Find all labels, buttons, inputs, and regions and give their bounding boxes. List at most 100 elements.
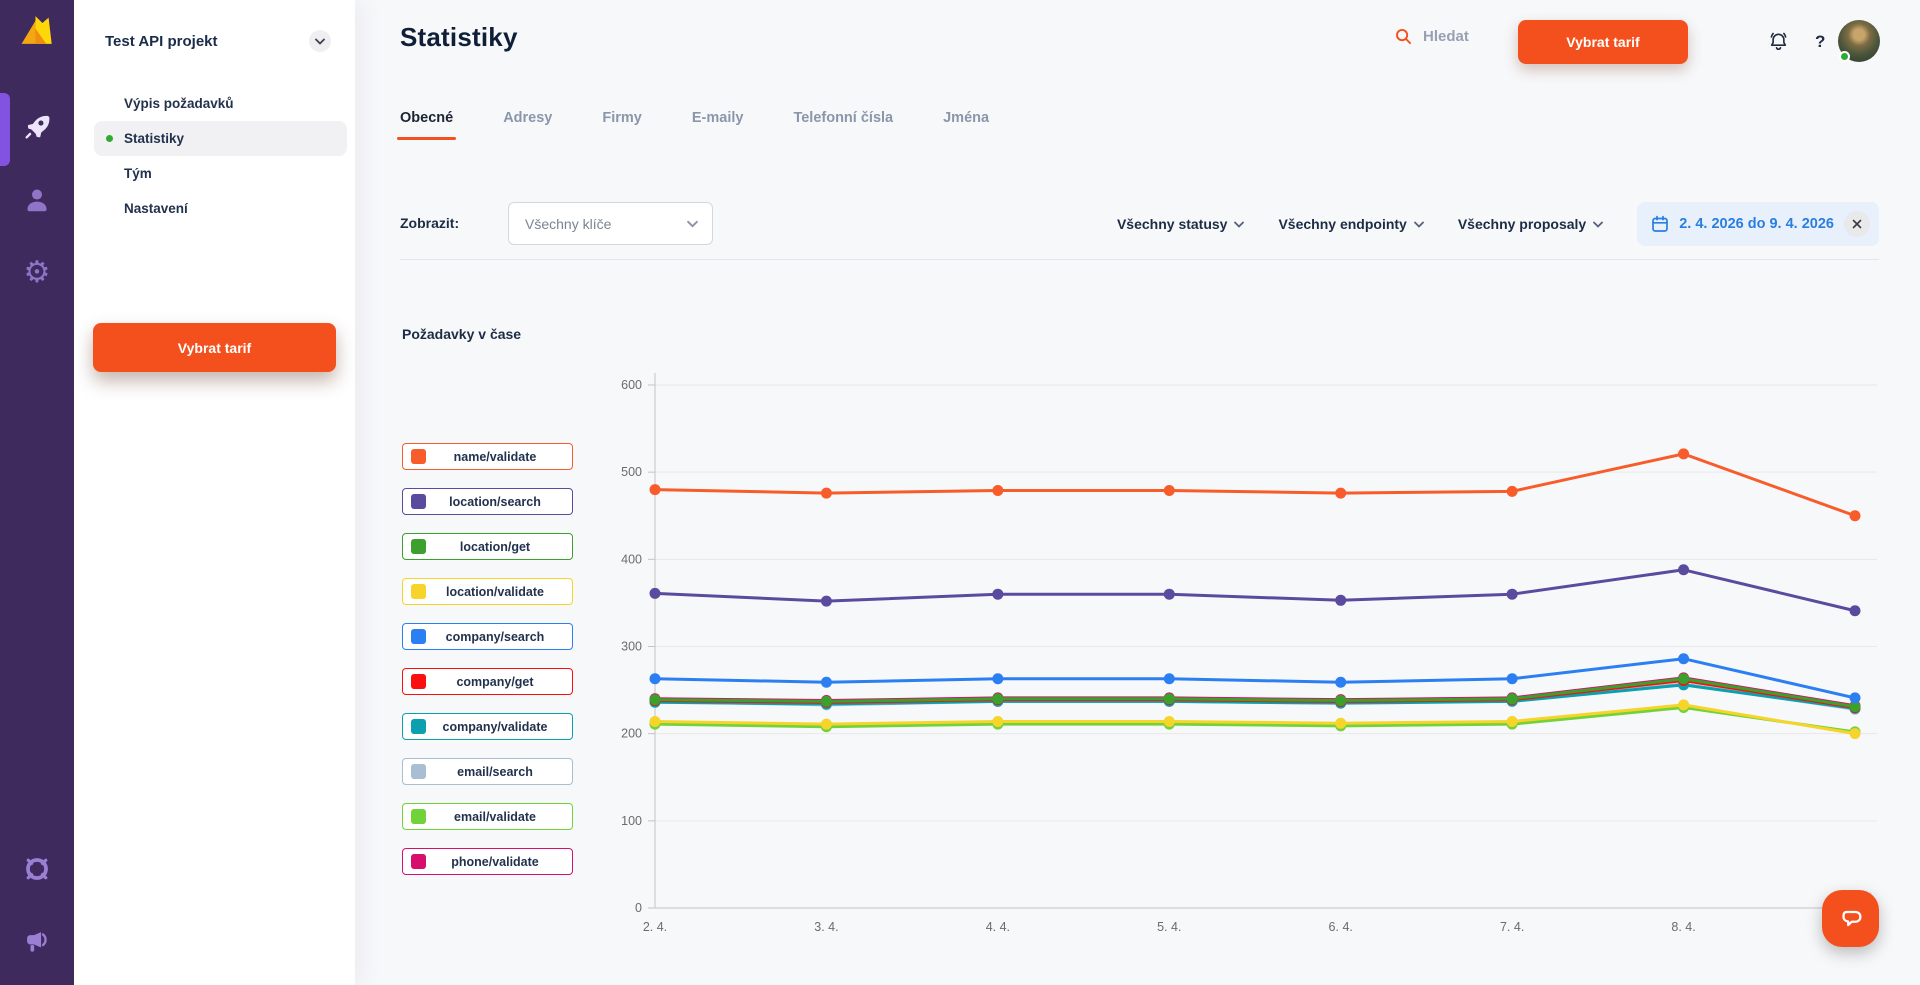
keys-select[interactable]: Všechny klíče (508, 202, 713, 245)
filter-dropdown-v-echny-proposaly[interactable]: Všechny proposaly (1458, 216, 1603, 232)
help-button[interactable]: ? (1815, 32, 1825, 52)
chat-bubble-icon (1836, 904, 1866, 934)
tab-e-maily[interactable]: E-maily (692, 110, 744, 140)
tab-adresy[interactable]: Adresy (503, 110, 552, 140)
tab-jm-na[interactable]: Jména (943, 110, 989, 140)
search-label: Hledat (1423, 28, 1469, 45)
sidebar-item-t-m[interactable]: Tým (94, 156, 347, 191)
svg-text:500: 500 (621, 465, 642, 479)
filter-dropdowns: Všechny statusy Všechny endpointy Všechny … (1117, 216, 1603, 232)
close-icon (1852, 219, 1862, 229)
date-range-value: 2. 4. 2026 do 9. 4. 2026 (1679, 216, 1834, 232)
lifebuoy-icon (22, 854, 52, 884)
chat-widget-button[interactable] (1822, 890, 1879, 947)
date-range-filter[interactable]: 2. 4. 2026 do 9. 4. 2026 (1637, 202, 1879, 246)
rail-item-support[interactable] (0, 854, 74, 884)
legend-label: email/validate (426, 810, 564, 824)
calendar-icon (1651, 215, 1669, 233)
app-logo[interactable] (20, 14, 54, 51)
legend-swatch (411, 854, 426, 869)
legend-item-location-search[interactable]: location/search (402, 488, 573, 515)
legend-item-email-search[interactable]: email/search (402, 758, 573, 785)
legend-label: company/get (426, 675, 564, 689)
legend-swatch (411, 539, 426, 554)
rail-item-announcements[interactable] (0, 928, 74, 956)
search-button[interactable]: Hledat (1395, 28, 1469, 45)
legend-item-company-search[interactable]: company/search (402, 623, 573, 650)
filter-dropdown-label: Všechny endpointy (1278, 216, 1406, 232)
icon-rail: ⚙ (0, 0, 74, 985)
project-sidebar: Test API projekt Výpis požadavků Statisti… (74, 0, 355, 985)
legend-item-name-validate[interactable]: name/validate (402, 443, 573, 470)
project-name: Test API projekt (105, 33, 218, 50)
svg-text:8. 4.: 8. 4. (1671, 920, 1695, 934)
notifications-button[interactable] (1767, 30, 1790, 58)
show-filter-label: Zobrazit: (400, 215, 459, 231)
legend-label: phone/validate (426, 855, 564, 869)
svg-text:2. 4.: 2. 4. (643, 920, 667, 934)
sidebar-item-statistiky[interactable]: Statistiky (94, 121, 347, 156)
page-title: Statistiky (400, 22, 518, 53)
legend-label: email/search (426, 765, 564, 779)
divider (400, 259, 1879, 260)
user-menu[interactable] (1838, 20, 1880, 62)
tab-obecn-[interactable]: Obecné (400, 110, 453, 140)
svg-text:100: 100 (621, 814, 642, 828)
svg-text:600: 600 (621, 378, 642, 392)
search-icon (1395, 28, 1412, 45)
stats-tabs: Obecné Adresy Firmy E-maily Telefonní čísla J… (400, 110, 989, 140)
legend-label: location/validate (426, 585, 564, 599)
svg-text:6. 4.: 6. 4. (1329, 920, 1353, 934)
svg-text:300: 300 (621, 640, 642, 654)
legend-swatch (411, 764, 426, 779)
svg-text:5. 4.: 5. 4. (1157, 920, 1181, 934)
filter-dropdown-label: Všechny proposaly (1458, 216, 1586, 232)
chevron-down-icon (1234, 221, 1244, 228)
sidebar-item-label: Tým (124, 166, 152, 181)
chevron-down-icon (1414, 221, 1424, 228)
legend-swatch (411, 629, 426, 644)
bell-icon (1767, 30, 1790, 53)
filter-dropdown-v-echny-endpointy[interactable]: Všechny endpointy (1278, 216, 1423, 232)
chart-title: Požadavky v čase (402, 326, 521, 342)
legend-item-location-validate[interactable]: location/validate (402, 578, 573, 605)
sidebar-item-v-pis-po-adavk-[interactable]: Výpis požadavků (94, 86, 347, 121)
legend-item-company-get[interactable]: company/get (402, 668, 573, 695)
sidebar-nav: Výpis požadavků Statistiky Tým Nastavení (74, 86, 355, 226)
svg-text:200: 200 (621, 727, 642, 741)
rail-item-requests[interactable] (0, 112, 74, 142)
sidebar-item-label: Statistiky (124, 131, 184, 146)
online-status-dot (1839, 51, 1850, 62)
main-content: Statistiky Hledat Vybrat tarif ? Obecné A… (355, 0, 1920, 985)
tab-firmy[interactable]: Firmy (602, 110, 642, 140)
legend-item-location-get[interactable]: location/get (402, 533, 573, 560)
project-switcher-button[interactable] (309, 30, 331, 52)
legend-item-phone-validate[interactable]: phone/validate (402, 848, 573, 875)
line-chart-canvas: 01002003004005006002. 4.3. 4.4. 4.5. 4.6… (600, 368, 1890, 948)
sidebar-item-label: Výpis požadavků (124, 96, 234, 111)
legend-swatch (411, 674, 426, 689)
choose-plan-button-sidebar[interactable]: Vybrat tarif (93, 323, 336, 372)
rocket-icon (22, 112, 52, 142)
legend-item-email-validate[interactable]: email/validate (402, 803, 573, 830)
legend-label: company/validate (426, 720, 564, 734)
legend-label: location/get (426, 540, 564, 554)
sidebar-item-label: Nastavení (124, 201, 188, 216)
legend-label: location/search (426, 495, 564, 509)
choose-plan-button-header[interactable]: Vybrat tarif (1518, 20, 1688, 64)
legend-item-company-validate[interactable]: company/validate (402, 713, 573, 740)
legend-label: name/validate (426, 450, 564, 464)
tab-telefonn-sla[interactable]: Telefonní čísla (793, 110, 893, 140)
filter-dropdown-v-echny-statusy[interactable]: Všechny statusy (1117, 216, 1245, 232)
svg-text:4. 4.: 4. 4. (986, 920, 1010, 934)
chevron-down-icon (687, 220, 698, 228)
legend-swatch (411, 719, 426, 734)
active-dot (106, 135, 113, 142)
fox-logo-icon (20, 14, 54, 46)
rail-item-account[interactable] (0, 186, 74, 214)
rail-item-settings[interactable]: ⚙ (0, 258, 74, 288)
clear-date-filter-button[interactable] (1844, 211, 1870, 237)
sidebar-item-nastaven-[interactable]: Nastavení (94, 191, 347, 226)
keys-select-value: Všechny klíče (525, 216, 611, 232)
legend-swatch (411, 809, 426, 824)
